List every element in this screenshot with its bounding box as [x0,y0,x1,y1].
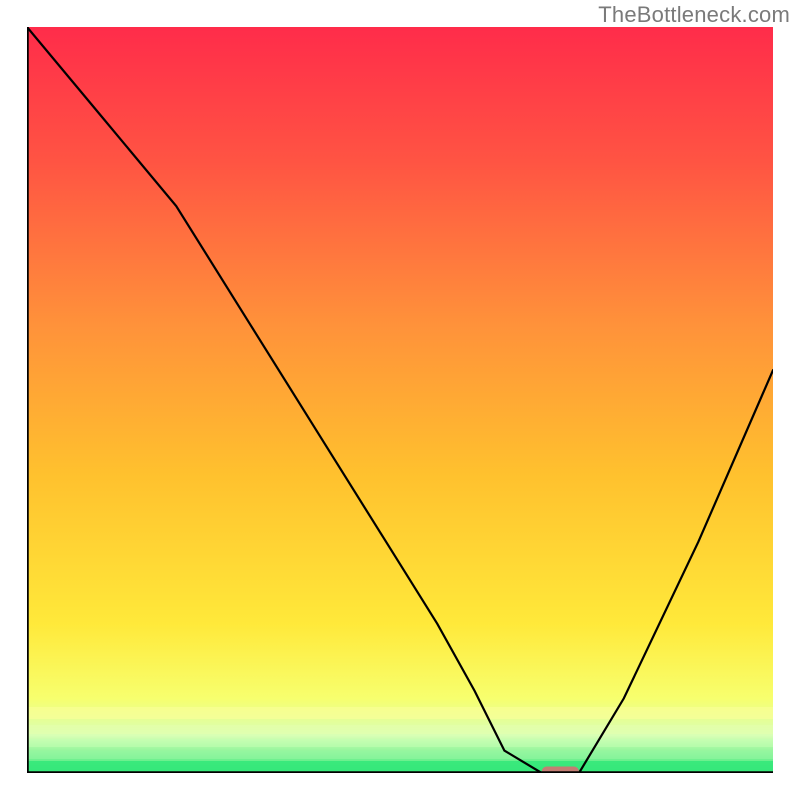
bottom-banding [27,707,773,773]
plot-area [27,27,773,773]
chart-container: TheBottleneck.com [0,0,800,800]
watermark-text: TheBottleneck.com [598,2,790,28]
gradient-background [27,27,773,773]
chart-svg [27,27,773,773]
